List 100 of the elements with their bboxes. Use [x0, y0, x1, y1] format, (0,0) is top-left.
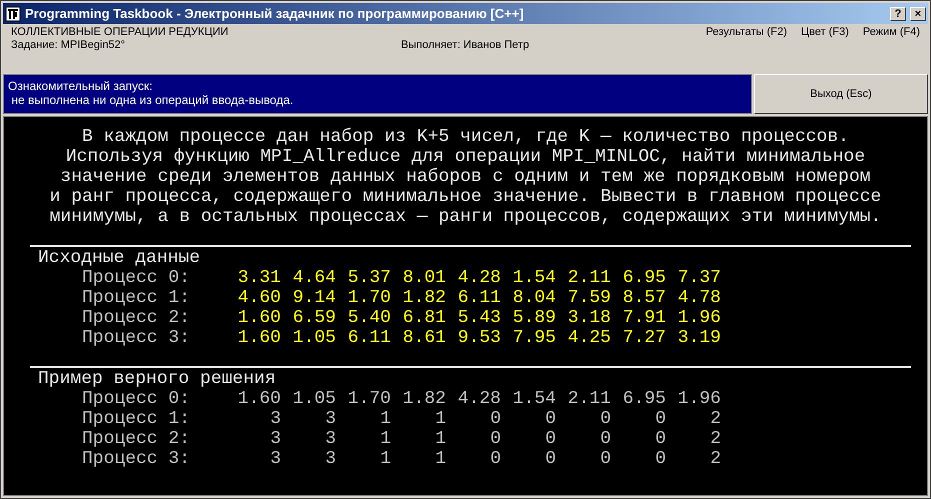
- value-cell-text: 1: [434, 449, 446, 469]
- value-cell-text: 4.28: [456, 268, 501, 288]
- value-cell-text: 5.37: [346, 268, 391, 288]
- value-cell-text: 7.27: [622, 328, 666, 348]
- value-cell-text: 0: [599, 449, 611, 469]
- value-cell-text: 3.19: [676, 328, 721, 348]
- process-label: Процесс 1:: [82, 409, 192, 429]
- task-label: Задание: MPIBegin52°: [11, 39, 126, 51]
- value-cell-text: 3.31: [236, 268, 281, 288]
- process-label: Процесс 1:: [82, 288, 192, 308]
- value-cell-text: 1.60: [236, 389, 281, 409]
- value-cell-text: 1.60: [236, 308, 281, 328]
- value-cell-text: 8.01: [402, 268, 446, 288]
- value-cell-text: 3: [269, 449, 281, 469]
- process-label: Процесс 3:: [82, 449, 192, 469]
- section-title: Пример верного решения: [37, 369, 277, 389]
- value-cell-text: 1: [434, 409, 446, 429]
- close-button[interactable]: ×: [910, 6, 926, 20]
- value-cell-text: 6.59: [292, 308, 336, 328]
- value-cell-text: 1.54: [512, 268, 556, 288]
- process-label: Процесс 2:: [82, 429, 192, 449]
- value-cell-text: 0: [544, 449, 556, 469]
- exit-button[interactable]: Выход (Esc): [754, 74, 928, 114]
- value-cell-text: 3.18: [566, 308, 611, 328]
- value-cell-text: 5.89: [512, 308, 556, 328]
- value-cell-text: 2: [709, 409, 721, 429]
- value-cell-text: 0: [654, 449, 666, 469]
- process-label: Процесс 0:: [82, 268, 192, 288]
- value-cell-text: 7.37: [676, 268, 721, 288]
- value-cell-text: 2.11: [566, 268, 611, 288]
- value-cell-text: 8.61: [402, 328, 446, 348]
- value-cell-text: 1.82: [402, 389, 446, 409]
- value-cell-text: 3: [324, 429, 336, 449]
- value-cell-text: 4.25: [566, 328, 611, 348]
- task-description-line: и ранг процесса, содержащего минимальное значение. Вывести в главном процессе: [50, 187, 882, 207]
- menu-item[interactable]: Цвет (F3): [800, 26, 849, 38]
- value-cell-text: 1.70: [346, 389, 391, 409]
- help-button[interactable]: ?: [890, 6, 906, 20]
- value-cell-text: 8.04: [512, 288, 556, 308]
- value-cell-text: 1: [379, 409, 391, 429]
- value-cell-text: 1.96: [676, 308, 721, 328]
- process-label: Процесс 0:: [82, 389, 192, 409]
- app-icon: [5, 6, 21, 22]
- value-cell-text: 1.54: [512, 389, 556, 409]
- menu-item[interactable]: Результаты (F2): [706, 26, 787, 38]
- task-description-line: минимумы, а в остальных процессах — ранги процессов, содержащих эти минимумы.: [50, 207, 882, 227]
- value-cell-text: 0: [544, 429, 556, 449]
- value-cell-text: 3: [269, 429, 281, 449]
- value-cell-text: 0: [654, 429, 666, 449]
- status-message: не выполнена ни одна из операций ввода-вывода.: [10, 93, 294, 107]
- value-cell-text: 8.57: [622, 288, 666, 308]
- value-cell-text: 1.96: [676, 389, 721, 409]
- menu-item[interactable]: Режим (F4): [862, 26, 920, 38]
- value-cell-text: 6.11: [456, 288, 501, 308]
- value-cell-text: 2.11: [566, 389, 611, 409]
- value-cell-text: 0: [599, 429, 611, 449]
- value-cell-text: 0: [544, 409, 556, 429]
- value-cell-text: 4.64: [292, 268, 336, 288]
- performer-label: Выполняет: Иванов Петр: [401, 39, 530, 51]
- value-cell-text: 6.81: [402, 308, 446, 328]
- section-title: Исходные данные: [37, 248, 202, 268]
- value-cell-text: 1.60: [236, 328, 281, 348]
- value-cell-text: 9.14: [292, 288, 336, 308]
- value-cell-text: 3: [269, 409, 281, 429]
- value-cell-text: 5.40: [346, 308, 391, 328]
- topic-title: КОЛЛЕКТИВНЫЕ ОПЕРАЦИИ РЕДУКЦИИ: [11, 26, 230, 38]
- task-description-line: Используя функцию MPI_Allreduce для операции MPI_MINLOC, найти минимальное: [66, 147, 866, 167]
- value-cell-text: 3: [324, 409, 336, 429]
- value-cell-text: 7.95: [512, 328, 556, 348]
- value-cell-text: 1: [379, 449, 391, 469]
- value-cell-text: 4.28: [456, 389, 501, 409]
- value-cell-text: 0: [489, 409, 501, 429]
- value-cell-text: 1: [379, 429, 391, 449]
- value-cell-text: 1.05: [292, 389, 336, 409]
- value-cell-text: 1.82: [402, 288, 446, 308]
- window-title: Programming Taskbook - Электронный задачник по программированию [C++]: [25, 6, 525, 21]
- value-cell-text: 1.70: [346, 288, 391, 308]
- task-description-line: значение среди элементов данных наборов с одним и тем же порядковым номером: [60, 167, 871, 187]
- value-cell-text: 6.11: [346, 328, 391, 348]
- value-cell-text: 3: [324, 449, 336, 469]
- value-cell-text: 0: [654, 409, 666, 429]
- value-cell-text: 1: [434, 429, 446, 449]
- value-cell-text: 0: [489, 429, 501, 449]
- value-cell-text: 6.95: [622, 389, 666, 409]
- process-label: Процесс 2:: [82, 308, 192, 328]
- task-description-line: В каждом процессе дан набор из K+5 чисел, где K — количество процессов.: [82, 127, 849, 147]
- value-cell-text: 4.78: [676, 288, 721, 308]
- value-cell-text: 2: [709, 449, 721, 469]
- value-cell-text: 0: [489, 449, 501, 469]
- value-cell-text: 7.91: [622, 308, 666, 328]
- value-cell-text: 1.05: [292, 328, 336, 348]
- process-label: Процесс 3:: [82, 328, 192, 348]
- value-cell-text: 2: [709, 429, 721, 449]
- value-cell-text: 6.95: [622, 268, 666, 288]
- value-cell-text: 4.60: [236, 288, 281, 308]
- value-cell-text: 9.53: [456, 328, 501, 348]
- status-message: Ознакомительный запуск:: [8, 79, 154, 93]
- value-cell-text: 5.43: [456, 308, 501, 328]
- value-cell-text: 7.59: [566, 288, 611, 308]
- value-cell-text: 0: [599, 409, 611, 429]
